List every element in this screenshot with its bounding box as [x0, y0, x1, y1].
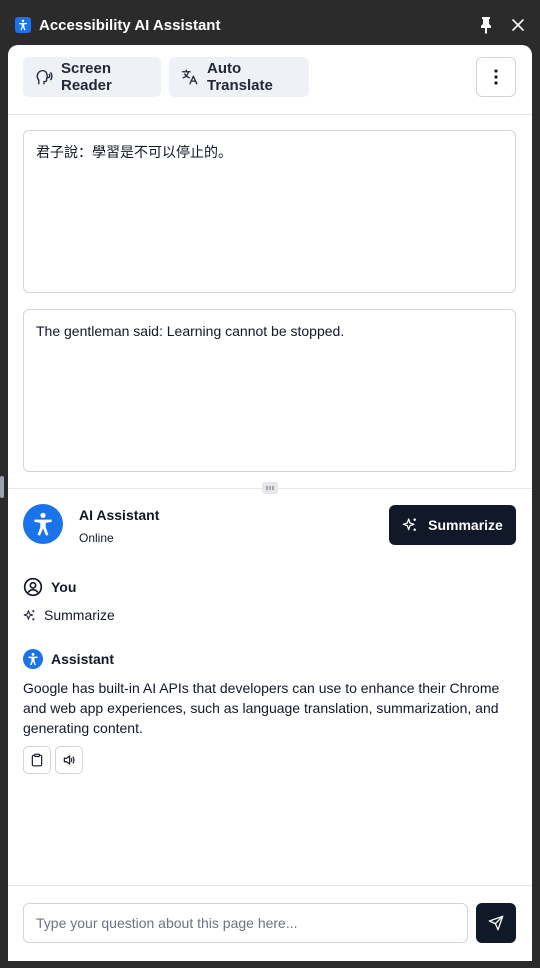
send-icon — [488, 915, 504, 931]
question-input[interactable] — [23, 903, 468, 943]
screen-reader-label: Screen Reader — [61, 60, 112, 94]
auto-translate-button[interactable]: Auto Translate — [169, 57, 309, 97]
user-message: Summarize — [23, 607, 115, 623]
toolbar: Screen Reader Auto Translate — [8, 45, 532, 115]
message-actions — [23, 746, 83, 774]
window-title: Accessibility AI Assistant — [39, 17, 221, 34]
user-message-header: You — [23, 577, 76, 597]
assistant-status: Online — [79, 531, 114, 545]
auto-translate-label: Auto Translate — [207, 60, 273, 94]
user-author: You — [51, 579, 77, 595]
more-options-button[interactable] — [476, 57, 516, 97]
title-bar: Accessibility AI Assistant — [0, 0, 540, 45]
pin-icon[interactable] — [478, 16, 494, 34]
composer — [8, 885, 532, 961]
screen-reader-button[interactable]: Screen Reader — [23, 57, 161, 97]
avatar — [23, 504, 63, 544]
copy-button[interactable] — [23, 746, 51, 774]
accessibility-icon — [23, 649, 43, 669]
assistant-message-header: Assistant — [23, 649, 114, 669]
accessibility-icon — [15, 17, 31, 33]
assistant-header: AI Assistant Online Summarize — [8, 489, 532, 565]
window-resize-handle[interactable] — [0, 476, 4, 498]
read-aloud-button[interactable] — [55, 746, 83, 774]
close-icon[interactable] — [510, 17, 526, 33]
sparkles-icon — [23, 609, 35, 620]
user-circle-icon — [23, 577, 43, 597]
speaking-head-icon — [36, 69, 53, 85]
summarize-label: Summarize — [428, 517, 503, 533]
speaker-icon — [63, 755, 75, 765]
copy-icon — [31, 753, 43, 767]
summarize-button[interactable]: Summarize — [389, 505, 516, 545]
user-message-text: Summarize — [44, 607, 115, 623]
sparkles-icon — [402, 518, 417, 531]
translated-text-area[interactable]: The gentleman said: Learning cannot be s… — [23, 309, 516, 472]
send-button[interactable] — [476, 903, 516, 943]
assistant-author: Assistant — [51, 651, 115, 667]
assistant-message-text: Google has built-in AI APIs that develop… — [23, 680, 500, 736]
more-vertical-icon — [494, 69, 498, 85]
accessibility-icon — [34, 512, 52, 536]
translate-icon — [181, 69, 198, 85]
source-text-area[interactable]: 君子說：學習是不可以停止的。 — [23, 130, 516, 293]
assistant-panel: Screen Reader Auto Translate 君子說：學習是不可以停… — [8, 45, 532, 961]
assistant-name: AI Assistant — [79, 507, 160, 523]
